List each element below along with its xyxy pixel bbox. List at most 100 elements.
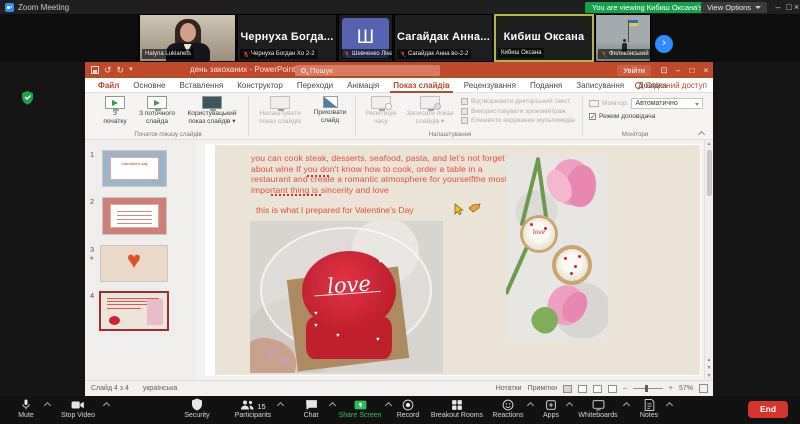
breakout-rooms-icon	[452, 400, 462, 410]
video-options-caret[interactable]	[104, 401, 110, 407]
meeting-security-shield-icon[interactable]	[21, 90, 34, 105]
participants-caret[interactable]	[278, 401, 284, 407]
comments-toggle[interactable]: Примітки	[528, 385, 557, 392]
fingernail	[268, 350, 275, 355]
ppt-restore-button[interactable]: □	[685, 62, 699, 78]
undo-icon[interactable]: ↺	[104, 65, 112, 75]
tab-design[interactable]: Конструктор	[230, 78, 290, 93]
ribbon-display-options-icon[interactable]: ⊡	[657, 62, 671, 78]
collapse-ribbon-icon[interactable]	[698, 131, 705, 136]
record-slideshow-button[interactable]: Записати показ слайдів ▾	[403, 96, 457, 125]
zoom-out-icon[interactable]: –	[623, 385, 627, 392]
save-icon[interactable]	[91, 66, 99, 74]
zoom-slider[interactable]	[632, 385, 663, 392]
qat-dropdown-icon[interactable]: ▾	[129, 65, 133, 75]
narration-checkbox[interactable]: Відтворювати дикторський текст	[461, 98, 579, 105]
tulips-photo: love	[506, 157, 608, 338]
rehearse-timings-button[interactable]: Репетиція часу	[361, 96, 401, 125]
slide-thumbnail-3[interactable]: ♥	[100, 245, 168, 282]
slideshow-view-icon[interactable]	[607, 384, 617, 393]
scroll-down-icon[interactable]: ▼	[706, 373, 712, 379]
next-participants-button[interactable]: ›	[655, 35, 673, 53]
slide-number: 2	[90, 197, 95, 206]
language-indicator[interactable]: українська	[143, 385, 177, 392]
participant-tile[interactable]: Сагайдак Анна... Сагайдак Анна во-2-2	[394, 14, 493, 62]
slide-thumbnail-1[interactable]: valentine's day	[102, 150, 167, 187]
slide-thumbnail-2[interactable]	[102, 197, 167, 235]
share-icon	[635, 82, 643, 89]
vertical-scrollbar[interactable]: ▲ ▲ ▼ ▼	[704, 140, 712, 380]
slide-number: 1	[90, 150, 95, 159]
stop-video-button[interactable]: Stop Video	[38, 398, 118, 419]
pointing-hand-icon	[468, 203, 481, 213]
close-button[interactable]: ×	[793, 0, 800, 14]
current-slide[interactable]: you can cook steak, desserts, seafood, p…	[215, 145, 700, 375]
fit-slide-icon[interactable]	[699, 384, 708, 393]
spellcheck-underline	[271, 194, 323, 196]
scrollbar-thumb[interactable]	[706, 150, 712, 196]
tab-insert[interactable]: Вставлення	[173, 78, 231, 93]
media-controls-checkbox[interactable]: Елементи керування мультимедіа	[461, 117, 579, 124]
participant-display-name: Чернуха Богда...	[240, 31, 334, 43]
monitor-small-icon	[589, 100, 599, 107]
participant-tile[interactable]: Чернуха Богда... Чернуха Богдан Хо 2-2	[237, 14, 337, 62]
participant-tile-presenter[interactable]: Кибиш Оксана Кибиш Оксана	[494, 14, 594, 62]
slide-sorter-view-icon[interactable]	[577, 384, 587, 393]
slide-indicator: Слайд 4 з 4	[91, 385, 129, 392]
notes-toggle[interactable]: Нотатки	[496, 385, 522, 392]
cupcake: love	[520, 215, 558, 253]
slide-thumbnail-4-selected[interactable]	[99, 291, 169, 331]
tab-animations[interactable]: Анімація	[340, 78, 386, 93]
powerpoint-window: ↺ ↻ ▾ день закоханих - PowerPoint Увійти…	[85, 62, 713, 396]
slide-caption: this is what I prepared for Valentine's …	[256, 205, 414, 215]
checkbox-icon	[461, 107, 468, 115]
from-current-slide-button[interactable]: З поточного слайда	[135, 96, 179, 125]
ppt-close-button[interactable]: ×	[699, 62, 713, 78]
notes-button[interactable]: Notes	[625, 398, 673, 419]
ppt-minimize-button[interactable]: –	[671, 62, 685, 78]
muted-mic-icon	[601, 50, 607, 58]
timings-checkbox[interactable]: Використовувати хронометраж	[461, 107, 579, 115]
tab-slideshow[interactable]: Показ слайдів	[386, 78, 457, 93]
zoom-in-icon[interactable]: +	[669, 385, 673, 392]
participant-tile[interactable]: Ш Шевченко Ліна	[338, 14, 393, 62]
whiteboards-icon	[592, 400, 604, 411]
scroll-up-icon[interactable]: ▲	[706, 141, 712, 147]
custom-slideshow-button[interactable]: Користувацький показ слайдів ▾	[182, 96, 242, 125]
previous-slide-icon[interactable]: ▲	[706, 357, 712, 363]
tab-recording[interactable]: Записування	[569, 78, 631, 93]
monitor-dropdown[interactable]: Автоматично	[631, 98, 704, 109]
sign-in-button[interactable]: Увійти	[617, 64, 651, 76]
view-options-button[interactable]: View Options	[701, 1, 768, 13]
tab-file[interactable]: Файл	[91, 78, 126, 93]
cake-photo: ♥ ♥ ♥ ♥ love ♥ ♥	[250, 221, 443, 373]
shield-icon	[192, 398, 202, 411]
next-slide-icon[interactable]: ▼	[706, 365, 712, 371]
reading-view-icon[interactable]	[592, 384, 602, 393]
caption-icons	[453, 203, 481, 216]
notes-caret[interactable]	[667, 401, 673, 407]
tab-review[interactable]: Рецензування	[457, 78, 523, 93]
zoom-percent[interactable]: 57%	[679, 385, 693, 392]
tab-view[interactable]: Подання	[523, 78, 569, 93]
redo-icon[interactable]: ↻	[117, 65, 125, 75]
participant-tile[interactable]: Филиконський Дмитро	[595, 14, 651, 62]
slide-thumbnail-panel[interactable]: 1 valentine's day 2 3 ★ ♥ 4	[85, 140, 195, 380]
cupcake	[552, 245, 592, 285]
play-monitor-icon	[105, 96, 125, 111]
from-beginning-button[interactable]: З початку	[98, 96, 132, 125]
hide-slide-button[interactable]: Приховати слайд	[309, 96, 351, 124]
end-meeting-button[interactable]: End	[748, 401, 788, 418]
zoom-window-title: Zoom Meeting	[18, 2, 70, 12]
tab-transitions[interactable]: Переходи	[290, 78, 340, 93]
setup-slideshow-button[interactable]: Налаштувати показ слайдів	[254, 96, 306, 125]
share-document-button[interactable]: Спільний доступ	[635, 78, 707, 93]
tab-home[interactable]: Основне	[126, 78, 172, 93]
search-input[interactable]	[310, 65, 410, 75]
search-box[interactable]	[295, 64, 440, 76]
slide-editor-area: you can cook steak, desserts, seafood, p…	[195, 140, 713, 380]
participants-button[interactable]: 15 Participants	[216, 398, 290, 419]
presenter-view-checkbox[interactable]: Режим доповідача	[589, 113, 705, 121]
participant-tile[interactable]: Halyna Lukianets	[139, 14, 236, 62]
normal-view-icon[interactable]	[562, 384, 572, 393]
